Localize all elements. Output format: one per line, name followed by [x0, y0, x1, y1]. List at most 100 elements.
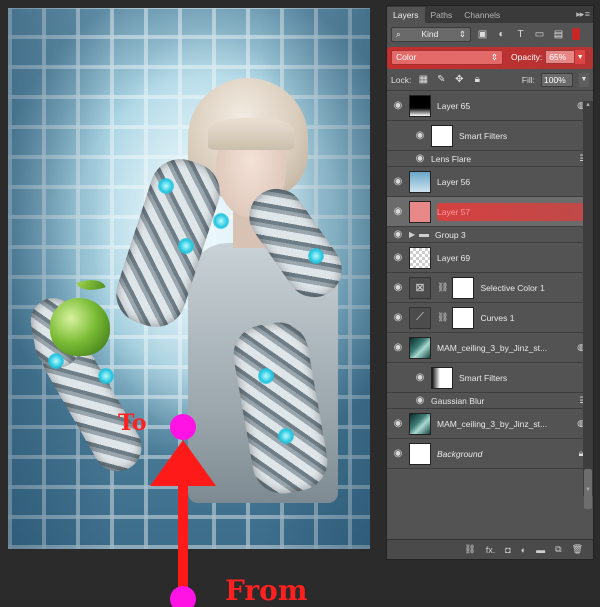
green-apple — [50, 298, 110, 356]
layer-thumbnail — [409, 246, 431, 269]
filter-pixel-icon[interactable]: ▣ — [475, 27, 490, 41]
annotation-to-dot — [170, 414, 196, 440]
scroll-up-icon[interactable]: ▲ — [584, 102, 592, 110]
fill-dropdown-icon[interactable]: ▼ — [579, 72, 589, 87]
visibility-eye-icon[interactable]: ◉ — [387, 206, 409, 217]
blend-mode-value: Color — [396, 52, 417, 62]
chain-link-icon[interactable]: ⛓ — [437, 312, 448, 323]
visibility-eye-icon[interactable]: ◉ — [387, 176, 409, 187]
tab-channels[interactable]: Channels — [458, 7, 506, 23]
opacity-field[interactable]: 65% — [545, 50, 576, 64]
lock-position-icon[interactable]: ✥ — [453, 74, 465, 85]
cyan-light — [178, 238, 194, 254]
filter-kind-value: Kind — [421, 29, 439, 39]
opacity-dropdown-icon[interactable]: ▼ — [575, 50, 586, 64]
updown-arrow-icon: ⇕ — [458, 28, 466, 39]
smart-filters-row[interactable]: ◉ Smart Filters — [387, 363, 593, 393]
lock-label: Lock: — [391, 74, 412, 85]
layer-row[interactable]: ◉ MAM_ceiling_3_by_Jinz_st... ◍ — [387, 333, 593, 363]
fill-field[interactable]: 100% — [541, 72, 573, 87]
cyan-light — [213, 213, 229, 229]
filter-row[interactable]: ◉ Lens Flare ☰ — [387, 151, 593, 167]
layer-name: Background — [437, 448, 483, 459]
layer-row[interactable]: ◉ Layer 56 — [387, 167, 593, 197]
layer-name: Smart Filters — [459, 372, 508, 383]
layer-name: Layer 57 — [437, 206, 471, 217]
mask-thumbnail — [452, 306, 475, 329]
visibility-eye-icon[interactable]: ◉ — [409, 153, 431, 164]
cyan-light — [278, 428, 294, 444]
panel-footer: ⛓ fx. ◘ ◐ ▬ ⧉ 🗑︎ — [387, 539, 593, 559]
layer-list: ◉ Layer 65 ◍ ◉ Smart Filters ◉ Lens Flar… — [387, 91, 593, 469]
group-row[interactable]: ◉ ▶ ▬ Group 3 — [387, 227, 593, 243]
filter-shape-icon[interactable]: ▭ — [532, 27, 547, 41]
smart-filters-row[interactable]: ◉ Smart Filters — [387, 121, 593, 151]
filter-type-icon[interactable]: T — [513, 27, 528, 41]
expand-caret-icon[interactable]: ▶ — [409, 230, 419, 239]
layer-style-fx-icon[interactable]: fx. — [486, 545, 496, 555]
visibility-eye-icon[interactable]: ◉ — [387, 418, 409, 429]
tab-paths[interactable]: Paths — [425, 7, 459, 23]
new-group-icon[interactable]: ▬ — [536, 545, 545, 555]
selective-color-icon: ⊠ — [409, 276, 431, 299]
adjustment-layer-row[interactable]: ◉ ⊠ ⛓ Selective Color 1 — [387, 273, 593, 303]
layer-row-selected[interactable]: ◉ Layer 57 — [387, 197, 593, 227]
layer-row[interactable]: ◉ MAM_ceiling_3_by_Jinz_st... ◍ — [387, 409, 593, 439]
layer-name: MAM_ceiling_3_by_Jinz_st... — [437, 342, 548, 353]
layers-panel: Layers Paths Channels ▸▸ ≡ ⌕ Kind ⇕ ▣ ◐ … — [386, 5, 594, 560]
filter-kind-select[interactable]: ⌕ Kind ⇕ — [391, 26, 471, 42]
layer-name: Gaussian Blur — [431, 395, 485, 406]
cyan-light — [308, 248, 324, 264]
lock-paint-icon[interactable]: ✎ — [435, 74, 447, 85]
panel-tab-bar: Layers Paths Channels ▸▸ ≡ — [387, 6, 593, 23]
add-mask-icon[interactable]: ◘ — [505, 545, 510, 555]
new-adjustment-icon[interactable]: ◐ — [521, 545, 526, 555]
filter-toggle[interactable] — [572, 28, 580, 40]
folder-icon: ▬ — [419, 229, 429, 240]
tab-layers[interactable]: Layers — [387, 7, 425, 23]
trash-icon[interactable]: 🗑︎ — [572, 544, 583, 555]
visibility-eye-icon[interactable]: ◉ — [387, 312, 409, 323]
lock-all-icon[interactable]: 🔒︎ — [471, 74, 483, 85]
updown-arrow-icon: ⇕ — [490, 51, 498, 62]
visibility-eye-icon[interactable]: ◉ — [409, 130, 431, 141]
visibility-eye-icon[interactable]: ◉ — [409, 395, 431, 406]
layer-name: Smart Filters — [459, 130, 508, 141]
link-layers-icon[interactable]: ⛓ — [464, 544, 475, 555]
new-layer-icon[interactable]: ⧉ — [555, 544, 561, 555]
layer-row[interactable]: ◉ Layer 69 — [387, 243, 593, 273]
layer-thumbnail — [409, 442, 431, 465]
layer-thumbnail — [409, 170, 431, 193]
visibility-eye-icon[interactable]: ◉ — [387, 100, 409, 111]
visibility-eye-icon[interactable]: ◉ — [387, 252, 409, 263]
layer-thumbnail — [409, 200, 431, 223]
lock-row: Lock: ▦ ✎ ✥ 🔒︎ Fill: 100% ▼ — [387, 69, 593, 91]
annotation-from-label: From — [225, 574, 308, 607]
filter-row: ⌕ Kind ⇕ ▣ ◐ T ▭ ▤ — [387, 23, 593, 45]
filter-row[interactable]: ◉ Gaussian Blur ☰ — [387, 393, 593, 409]
filter-smartobject-icon[interactable]: ▤ — [551, 27, 566, 41]
filter-adjustment-icon[interactable]: ◐ — [494, 27, 509, 41]
blend-mode-select[interactable]: Color ⇕ — [391, 49, 503, 65]
lock-transparent-icon[interactable]: ▦ — [417, 74, 429, 85]
scroll-down-icon[interactable]: ▼ — [584, 487, 592, 495]
visibility-eye-icon[interactable]: ◉ — [387, 342, 409, 353]
chain-link-icon[interactable]: ⛓ — [437, 282, 448, 293]
layer-row[interactable]: ◉ Layer 65 ◍ — [387, 91, 593, 121]
panel-menu-icon[interactable]: ▸▸ ≡ — [576, 9, 590, 20]
model-bangs — [208, 118, 294, 150]
layer-name: Layer 69 — [437, 252, 471, 263]
visibility-eye-icon[interactable]: ◉ — [409, 372, 431, 383]
layer-name: Curves 1 — [480, 312, 515, 323]
layer-name: Selective Color 1 — [480, 282, 545, 293]
layer-name: Lens Flare — [431, 153, 472, 164]
visibility-eye-icon[interactable]: ◉ — [387, 448, 409, 459]
fill-label: Fill: — [521, 74, 535, 85]
background-layer-row[interactable]: ◉ Background 🔒︎ — [387, 439, 593, 469]
layers-scrollbar[interactable]: ▲ ▼ — [583, 101, 593, 509]
visibility-eye-icon[interactable]: ◉ — [387, 229, 409, 240]
cyan-light — [158, 178, 174, 194]
filter-mask-thumbnail — [431, 366, 453, 389]
adjustment-layer-row[interactable]: ◉ ⟋ ⛓ Curves 1 — [387, 303, 593, 333]
visibility-eye-icon[interactable]: ◉ — [387, 282, 409, 293]
